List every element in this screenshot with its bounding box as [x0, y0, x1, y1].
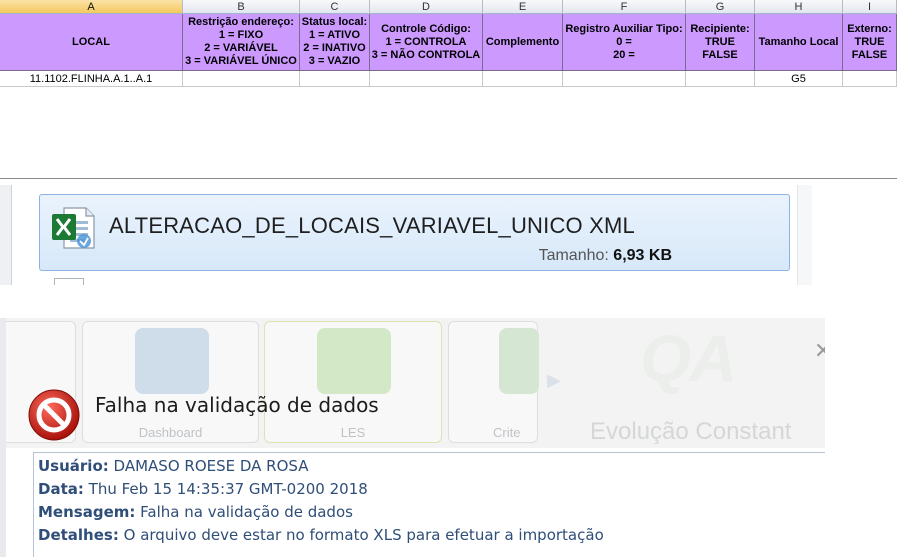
error-details-box: Usuário: DAMASO ROESE DA ROSA Data: Thu …	[33, 452, 825, 557]
column-header-h[interactable]: H	[755, 0, 843, 14]
detail-message-label: Mensagem:	[38, 503, 136, 521]
data-cell-tamanho[interactable]: G5	[755, 71, 843, 87]
column-header-b[interactable]: B	[183, 0, 300, 14]
header-cell-restricao-endereco[interactable]: Restrição endereço: 1 = FIXO 2 = VARIÁVE…	[183, 14, 300, 71]
document-icon	[499, 328, 539, 394]
header-cell-status-local[interactable]: Status local: 1 = ATIVO 2 = INATIVO 3 = …	[300, 14, 370, 71]
ribbon-tile-criteria: Crite	[448, 321, 539, 443]
error-dialog: Dashboard LES Crite ▶ QA Evolução Consta…	[0, 318, 825, 557]
detail-date: Data: Thu Feb 15 14:35:37 GMT-0200 2018	[38, 480, 368, 498]
next-file-item-edge	[54, 278, 84, 285]
data-cell-restricao[interactable]	[183, 71, 300, 87]
panel-right-edge	[797, 185, 812, 285]
data-cell-registro[interactable]	[563, 71, 686, 87]
dialog-title: Falha na validação de dados	[95, 393, 379, 417]
ribbon-tile-label: LES	[340, 425, 366, 440]
background-ribbon: Dashboard LES Crite ▶ QA Evolução Consta…	[0, 318, 825, 448]
excel-file-icon	[52, 207, 95, 249]
column-header-a[interactable]: A	[0, 0, 183, 14]
file-size: Tamanho: 6,93 KB	[539, 247, 672, 265]
file-size-label: Tamanho:	[538, 247, 609, 264]
qa-logo: QA	[640, 321, 737, 395]
detail-date-label: Data:	[38, 480, 84, 498]
header-cell-local[interactable]: LOCAL	[0, 14, 183, 71]
chevron-right-icon: ▶	[547, 370, 561, 390]
column-header-i[interactable]: I	[843, 0, 897, 14]
data-cell-externo[interactable]	[843, 71, 897, 87]
data-cell-controle[interactable]	[370, 71, 483, 87]
detail-user: Usuário: DAMASO ROESE DA ROSA	[38, 457, 308, 475]
qa-slogan: Evolução Constant	[590, 418, 792, 445]
detail-message: Mensagem: Falha na validação de dados	[38, 503, 353, 521]
header-cell-recipiente[interactable]: Recipiente: TRUE FALSE	[686, 14, 755, 71]
dialog-left-edge	[0, 318, 6, 557]
column-header-c[interactable]: C	[300, 0, 370, 14]
file-item[interactable]: ALTERACAO_DE_LOCAIS_VARIAVEL_UNICO XML T…	[39, 194, 790, 271]
ribbon-tile-label: Crite	[493, 425, 521, 440]
close-icon[interactable]: ✕	[814, 338, 825, 364]
data-cell-complemento[interactable]	[483, 71, 563, 87]
detail-message-value: Falha na validação de dados	[140, 503, 353, 521]
error-no-entry-icon	[28, 389, 80, 441]
detail-date-value: Thu Feb 15 14:35:37 GMT-0200 2018	[88, 480, 368, 498]
column-header-e[interactable]: E	[483, 0, 563, 14]
panel-left-edge	[0, 185, 12, 285]
detail-details-label: Detalhes:	[38, 526, 119, 544]
file-name[interactable]: ALTERACAO_DE_LOCAIS_VARIAVEL_UNICO XML	[109, 213, 635, 239]
chart-icon	[135, 328, 209, 394]
detail-details-value: O arquivo deve estar no formato XLS para…	[123, 526, 604, 544]
header-cell-externo[interactable]: Externo: TRUE FALSE	[843, 14, 897, 71]
header-cell-registro-auxiliar[interactable]: Registro Auxiliar Tipo: 0 = 20 =	[563, 14, 686, 71]
ribbon-tile-les: LES	[264, 321, 442, 443]
data-cell-local[interactable]: 11.1102.FLINHA.A.1..A.1	[0, 71, 183, 87]
column-header-d[interactable]: D	[370, 0, 483, 14]
detail-user-label: Usuário:	[38, 457, 109, 475]
header-cell-tamanho-local[interactable]: Tamanho Local	[755, 14, 843, 71]
file-attachment-panel: ALTERACAO_DE_LOCAIS_VARIAVEL_UNICO XML T…	[0, 185, 812, 285]
section-divider	[0, 178, 897, 179]
header-cell-controle-codigo[interactable]: Controle Código: 1 = CONTROLA 3 = NÃO CO…	[370, 14, 483, 71]
column-header-g[interactable]: G	[686, 0, 755, 14]
data-cell-recipiente[interactable]	[686, 71, 755, 87]
data-cell-status[interactable]	[300, 71, 370, 87]
detail-details: Detalhes: O arquivo deve estar no format…	[38, 526, 604, 544]
file-size-value: 6,93 KB	[613, 247, 672, 264]
grid-icon	[317, 328, 391, 394]
ribbon-tile-dashboard: Dashboard	[82, 321, 259, 443]
header-cell-complemento[interactable]: Complemento	[483, 14, 563, 71]
detail-user-value: DAMASO ROESE DA ROSA	[113, 457, 309, 475]
column-header-f[interactable]: F	[563, 0, 686, 14]
ribbon-tile-label: Dashboard	[138, 425, 203, 440]
